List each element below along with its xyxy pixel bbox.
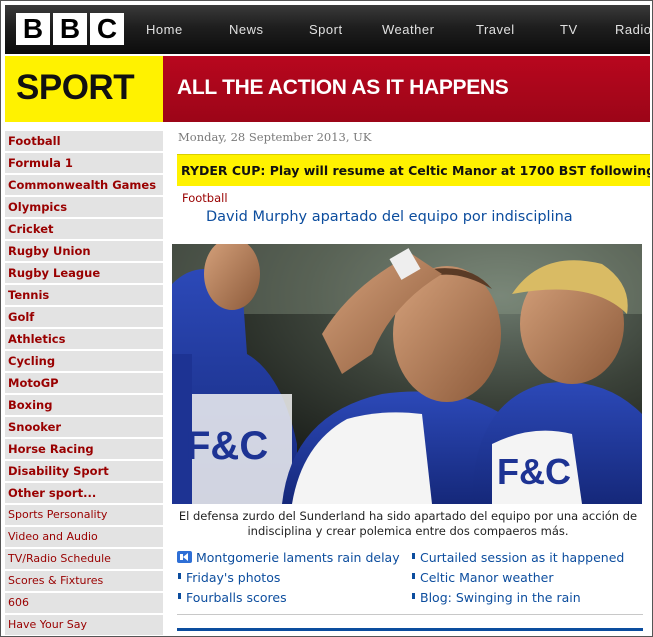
page-frame: B B C Home News Sport Weather Travel TV … (0, 0, 653, 637)
link-celtic-manor-weather[interactable]: Celtic Manor weather (412, 570, 553, 585)
divider (177, 614, 643, 615)
sport-masthead[interactable]: SPORT (5, 56, 163, 122)
bullet-icon (412, 593, 415, 599)
link-label: Blog: Swinging in the rain (420, 590, 581, 605)
bullet-icon (178, 593, 181, 599)
sidebar-item-tennis[interactable]: Tennis (5, 285, 163, 305)
banner-tagline: ALL THE ACTION AS IT HAPPENS (177, 76, 509, 99)
link-label: Celtic Manor weather (420, 570, 554, 585)
sidebar-item-horse-racing[interactable]: Horse Racing (5, 439, 163, 459)
ticker-text: RYDER CUP: Play will resume at Celtic Ma… (181, 163, 650, 178)
link-montgomerie[interactable]: Montgomerie laments rain delay (177, 550, 400, 565)
sidebar-item-video-and-audio[interactable]: Video and Audio (5, 527, 163, 547)
sidebar-item-tv-radio-schedule[interactable]: TV/Radio Schedule (5, 549, 163, 569)
bullet-icon (412, 553, 415, 559)
logo-letter: C (90, 13, 124, 45)
sidebar-item-olympics[interactable]: Olympics (5, 197, 163, 217)
sidebar-item-rugby-league[interactable]: Rugby League (5, 263, 163, 283)
breaking-news-ticker[interactable]: RYDER CUP: Play will resume at Celtic Ma… (177, 154, 650, 186)
date-line: Monday, 28 September 2013, UK (178, 130, 372, 144)
sidebar-item-other-sport[interactable]: Other sport... (5, 483, 163, 503)
link-label: Montgomerie laments rain delay (196, 550, 400, 565)
nav-home[interactable]: Home (146, 5, 226, 54)
sidebar-item-golf[interactable]: Golf (5, 307, 163, 327)
jersey-sponsor: F&C (186, 424, 268, 468)
sidebar-item-commonwealth-games[interactable]: Commonwealth Games (5, 175, 163, 195)
section-title: SPORT (16, 68, 135, 107)
sidebar-item-606[interactable]: 606 (5, 593, 163, 613)
sidebar-item-formula-1[interactable]: Formula 1 (5, 153, 163, 173)
jersey-sponsor: F&C (497, 451, 571, 492)
sidebar-item-cricket[interactable]: Cricket (5, 219, 163, 239)
bullet-icon (412, 573, 415, 579)
sidebar-item-disability-sport[interactable]: Disability Sport (5, 461, 163, 481)
link-fridays-photos[interactable]: Friday's photos (178, 570, 280, 585)
nav-travel[interactable]: Travel (473, 5, 557, 54)
link-label: Fourballs scores (186, 590, 287, 605)
link-label: Curtailed session as it happened (420, 550, 625, 565)
nav-radio[interactable]: Radio (612, 5, 652, 54)
nav-weather[interactable]: Weather (379, 5, 473, 54)
story-headline[interactable]: David Murphy apartado del equipo por ind… (206, 209, 573, 225)
link-fourballs-scores[interactable]: Fourballs scores (178, 590, 287, 605)
nav-sport[interactable]: Sport (306, 5, 379, 54)
link-label: Friday's photos (186, 570, 281, 585)
divider (177, 628, 643, 631)
link-blog-swinging[interactable]: Blog: Swinging in the rain (412, 590, 581, 605)
global-nav-bar: B B C Home News Sport Weather Travel TV … (5, 5, 652, 54)
global-nav: Home News Sport Weather Travel TV Radio (145, 5, 652, 54)
sports-sidebar: Football Formula 1 Commonwealth Games Olymp… (5, 131, 163, 636)
sport-banner: SPORT ALL THE ACTION AS IT HAPPENS (5, 56, 650, 122)
nav-tv[interactable]: TV (557, 5, 612, 54)
sidebar-item-boxing[interactable]: Boxing (5, 395, 163, 415)
logo-letter: B (16, 13, 50, 45)
sidebar-item-snooker[interactable]: Snooker (5, 417, 163, 437)
banner-tagline-area: ALL THE ACTION AS IT HAPPENS (163, 56, 650, 122)
sidebar-item-cycling[interactable]: Cycling (5, 351, 163, 371)
sidebar-item-have-your-say[interactable]: Have Your Say (5, 615, 163, 635)
sidebar-item-rugby-union[interactable]: Rugby Union (5, 241, 163, 261)
sidebar-item-sports-personality[interactable]: Sports Personality (5, 505, 163, 525)
story-photo[interactable]: F&C F&C (172, 244, 642, 504)
sidebar-item-scores-fixtures[interactable]: Scores & Fixtures (5, 571, 163, 591)
sidebar-item-motogp[interactable]: MotoGP (5, 373, 163, 393)
story-category[interactable]: Football (182, 191, 228, 205)
photo-caption: El defensa zurdo del Sunderland ha sido … (178, 509, 638, 538)
link-curtailed-session[interactable]: Curtailed session as it happened (412, 550, 624, 565)
sidebar-item-football[interactable]: Football (5, 131, 163, 151)
audio-icon (177, 551, 192, 563)
logo-letter: B (53, 13, 87, 45)
nav-news[interactable]: News (226, 5, 306, 54)
football-players-photo: F&C F&C (172, 244, 642, 504)
bbc-logo[interactable]: B B C (16, 13, 124, 45)
sidebar-item-athletics[interactable]: Athletics (5, 329, 163, 349)
bullet-icon (178, 573, 181, 579)
